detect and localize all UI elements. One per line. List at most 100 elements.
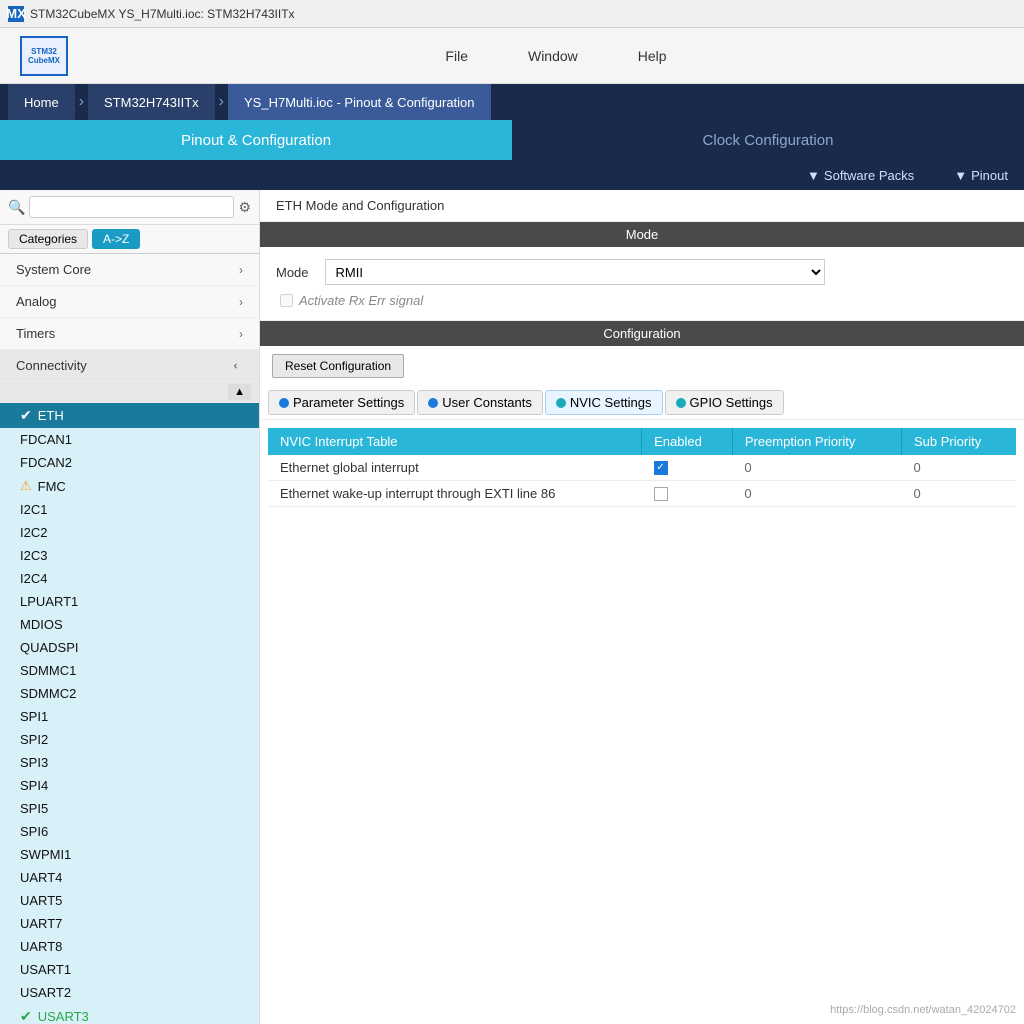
menu-help[interactable]: Help — [638, 48, 667, 64]
nvic-table: NVIC Interrupt Table Enabled Preemption … — [268, 428, 1016, 507]
tab-user-constants[interactable]: User Constants — [417, 390, 543, 415]
gear-icon[interactable]: ⚙ — [238, 199, 251, 216]
sidebar-item-fdcan2[interactable]: FDCAN2 — [0, 451, 259, 474]
sidebar-item-sdmmc2[interactable]: SDMMC2 — [0, 682, 259, 705]
sidebar-item-mdios[interactable]: MDIOS — [0, 613, 259, 636]
chevron-right-icon-3: › — [239, 327, 243, 341]
pinout-btn[interactable]: ▼ Pinout — [954, 168, 1008, 183]
sidebar-item-usart3[interactable]: ✔ USART3 — [0, 1004, 259, 1024]
checkbox-enabled-1[interactable]: ✓ — [654, 461, 668, 475]
sidebar-item-i2c2[interactable]: I2C2 — [0, 521, 259, 544]
watermark: https://blog.csdn.net/watan_42024702 — [830, 1004, 1016, 1016]
sidebar-item-connectivity[interactable]: Connectivity ⌄ — [0, 350, 259, 382]
menu-window[interactable]: Window — [528, 48, 578, 64]
sidebar-item-timers[interactable]: Timers › — [0, 318, 259, 350]
tab-categories[interactable]: Categories — [8, 229, 88, 249]
sidebar-item-sdmmc1[interactable]: SDMMC1 — [0, 659, 259, 682]
sidebar-item-spi5[interactable]: SPI5 — [0, 797, 259, 820]
menu-bar: STM32 CubeMX File Window Help — [0, 28, 1024, 84]
nvic-row2-name: Ethernet wake-up interrupt through EXTI … — [268, 481, 642, 507]
sidebar-item-spi3[interactable]: SPI3 — [0, 751, 259, 774]
sidebar-item-spi1[interactable]: SPI1 — [0, 705, 259, 728]
logo-box: STM32 CubeMX — [20, 36, 68, 76]
software-packs-btn[interactable]: ▼ Software Packs — [807, 168, 914, 183]
title-bar: MX STM32CubeMX YS_H7Multi.ioc: STM32H743… — [0, 0, 1024, 28]
breadcrumb-file[interactable]: YS_H7Multi.ioc - Pinout & Configuration — [228, 84, 491, 120]
menu-items: File Window Help — [108, 48, 1004, 64]
parameter-dot — [279, 398, 289, 408]
config-section-header: Configuration — [260, 321, 1024, 346]
chevron-right-icon-2: › — [239, 295, 243, 309]
sidebar-item-quadspi[interactable]: QUADSPI — [0, 636, 259, 659]
sidebar-item-eth[interactable]: ✔ ETH — [0, 403, 259, 428]
mode-select[interactable]: RMII — [325, 259, 825, 285]
nvic-col-sub: Sub Priority — [902, 428, 1016, 455]
sidebar-item-uart4[interactable]: UART4 — [0, 866, 259, 889]
main-tabs: Pinout & Configuration Clock Configurati… — [0, 120, 1024, 160]
menu-file[interactable]: File — [445, 48, 468, 64]
mode-row: Mode RMII — [276, 259, 1008, 285]
mode-section-header: Mode — [260, 222, 1024, 247]
sidebar-item-uart7[interactable]: UART7 — [0, 912, 259, 935]
activate-rx-checkbox[interactable] — [280, 294, 293, 307]
sidebar-item-i2c4[interactable]: I2C4 — [0, 567, 259, 590]
activate-rx-label: Activate Rx Err signal — [299, 293, 423, 308]
nvic-row1-sub: 0 — [902, 455, 1016, 481]
panel-title: ETH Mode and Configuration — [260, 190, 1024, 222]
sidebar-item-spi4[interactable]: SPI4 — [0, 774, 259, 797]
tab-parameter-settings[interactable]: Parameter Settings — [268, 390, 415, 415]
reset-configuration-button[interactable]: Reset Configuration — [272, 354, 404, 378]
nvic-col-preemption: Preemption Priority — [732, 428, 901, 455]
tab-az[interactable]: A->Z — [92, 229, 140, 249]
chevron-down-icon-3: ⌄ — [231, 360, 245, 370]
breadcrumb: Home › STM32H743IITx › YS_H7Multi.ioc - … — [0, 84, 1024, 120]
sidebar-item-fdcan1[interactable]: FDCAN1 — [0, 428, 259, 451]
sidebar-item-i2c3[interactable]: I2C3 — [0, 544, 259, 567]
search-input[interactable] — [29, 196, 234, 218]
sidebar-item-analog[interactable]: Analog › — [0, 286, 259, 318]
connectivity-items: ✔ ETH FDCAN1 FDCAN2 ⚠ FMC I2C1 I2C2 — [0, 403, 259, 1024]
nvic-dot — [556, 398, 566, 408]
nvic-row1-enabled: ✓ — [642, 455, 733, 481]
chevron-down-icon: ▼ — [807, 168, 820, 183]
sidebar-item-usart1[interactable]: USART1 — [0, 958, 259, 981]
logo: STM32 CubeMX — [20, 36, 68, 76]
gpio-dot — [676, 398, 686, 408]
category-tabs: Categories A->Z — [0, 225, 259, 254]
nvic-row1-name: Ethernet global interrupt — [268, 455, 642, 481]
app-icon: MX — [8, 6, 24, 22]
breadcrumb-home[interactable]: Home — [8, 84, 75, 120]
sidebar-item-uart5[interactable]: UART5 — [0, 889, 259, 912]
tab-clock[interactable]: Clock Configuration — [512, 120, 1024, 160]
sidebar-item-swpmi1[interactable]: SWPMI1 — [0, 843, 259, 866]
sidebar-item-spi6[interactable]: SPI6 — [0, 820, 259, 843]
tab-nvic-settings[interactable]: NVIC Settings — [545, 390, 663, 415]
sidebar-item-lpuart1[interactable]: LPUART1 — [0, 590, 259, 613]
sidebar-item-usart2[interactable]: USART2 — [0, 981, 259, 1004]
nvic-col-enabled: Enabled — [642, 428, 733, 455]
user-constants-dot — [428, 398, 438, 408]
mode-label: Mode — [276, 265, 309, 280]
sidebar-item-spi2[interactable]: SPI2 — [0, 728, 259, 751]
nvic-row2-enabled — [642, 481, 733, 507]
breadcrumb-arrow-2: › — [215, 93, 228, 111]
nvic-table-container: NVIC Interrupt Table Enabled Preemption … — [260, 420, 1024, 511]
check-icon-usart3: ✔ — [20, 1008, 32, 1024]
table-row: Ethernet wake-up interrupt through EXTI … — [268, 481, 1016, 507]
sidebar-item-i2c1[interactable]: I2C1 — [0, 498, 259, 521]
tab-pinout[interactable]: Pinout & Configuration — [0, 120, 512, 160]
nvic-col-name: NVIC Interrupt Table — [268, 428, 642, 455]
sidebar-item-system-core[interactable]: System Core › — [0, 254, 259, 286]
search-icon[interactable]: 🔍 — [8, 199, 25, 216]
sidebar-item-uart8[interactable]: UART8 — [0, 935, 259, 958]
nvic-row1-preemption: 0 — [732, 455, 901, 481]
nvic-row2-preemption: 0 — [732, 481, 901, 507]
sort-button[interactable]: ▲ — [228, 384, 251, 400]
checkbox-enabled-2[interactable] — [654, 487, 668, 501]
sidebar-item-fmc[interactable]: ⚠ FMC — [0, 474, 259, 498]
reset-btn-row: Reset Configuration — [260, 346, 1024, 386]
tab-gpio-settings[interactable]: GPIO Settings — [665, 390, 784, 415]
breadcrumb-device[interactable]: STM32H743IITx — [88, 84, 215, 120]
logo-cube: CubeMX — [28, 56, 60, 65]
config-tabs: Parameter Settings User Constants NVIC S… — [260, 386, 1024, 420]
